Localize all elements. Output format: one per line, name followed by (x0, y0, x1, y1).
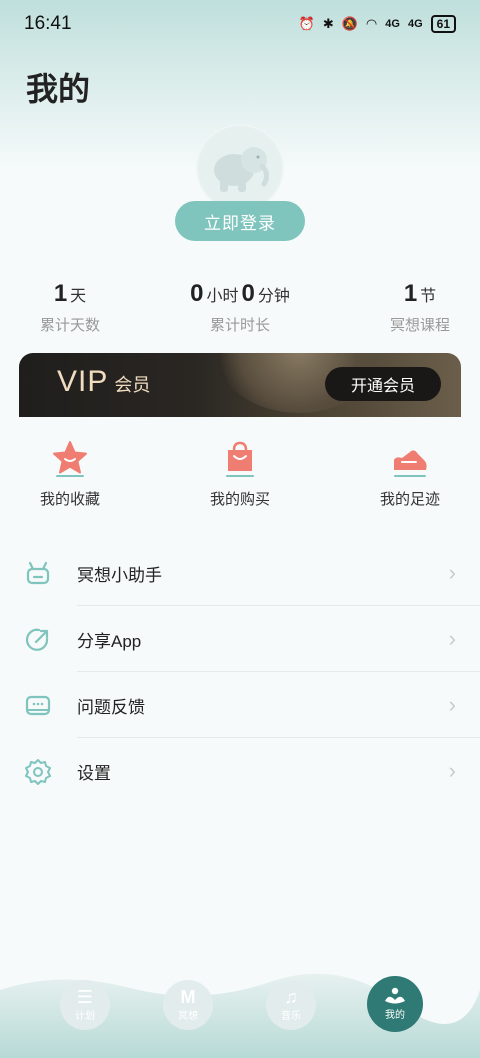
stat-minutes-unit: 分钟 (257, 288, 290, 305)
share-icon (25, 628, 49, 651)
vip-banner[interactable]: VIP 会员 开通会员 (19, 353, 461, 417)
stat-courses: 1 节 冥想课程 (370, 280, 470, 335)
profile-lotus-icon (385, 987, 405, 1004)
chevron-right-icon: › (448, 692, 456, 717)
vip-title: VIP (57, 365, 109, 398)
menu-item-share[interactable]: 分享App › (0, 606, 480, 672)
nav-tab-profile[interactable]: 我的 (367, 976, 423, 1032)
menu-item-label: 问题反馈 (77, 697, 145, 717)
stat-hours-unit: 小时 (206, 288, 239, 305)
menu-item-label: 设置 (77, 763, 111, 783)
robot-icon (26, 561, 50, 585)
settings-icon (25, 759, 51, 785)
stat-days-value: 1 (53, 280, 68, 307)
menu-item-settings[interactable]: 设置 › (0, 738, 480, 804)
wifi-icon: ◠ (365, 16, 378, 31)
stat-days-unit: 天 (70, 288, 87, 305)
stat-courses-value: 1 (403, 280, 418, 307)
login-button[interactable]: 立即登录 (175, 201, 305, 241)
stat-courses-unit: 节 (420, 288, 437, 305)
favorites-button[interactable]: 我的收藏 (20, 440, 120, 509)
list-icon: ☰ (76, 987, 94, 1007)
quick-actions: 我的收藏 我的购买 我的足迹 (0, 440, 480, 510)
feedback-icon (25, 695, 51, 716)
open-membership-button[interactable]: 开通会员 (325, 367, 441, 401)
avatar[interactable] (196, 124, 284, 212)
meditation-m-icon: M (180, 987, 196, 1007)
status-icons: ⏰ ✱ 🔕 ◠ 4G 4G 61 (299, 15, 456, 33)
alarm-icon: ⏰ (298, 16, 315, 31)
nav-tab-label: 冥想 (178, 1011, 198, 1022)
elephant-icon (214, 147, 270, 192)
settings-menu: 冥想小助手 › 分享App › 问题反馈 › 设置 › (0, 540, 480, 804)
signal-icon-2: 4G (407, 18, 423, 30)
chevron-right-icon: › (448, 626, 456, 651)
nav-tab-label: 音乐 (281, 1011, 301, 1022)
bottom-nav: ☰ 计划 M 冥想 ♫ 音乐 我的 (0, 970, 480, 1058)
nav-tab-music[interactable]: ♫ 音乐 (266, 980, 316, 1030)
purchases-button[interactable]: 我的购买 (190, 440, 290, 509)
stat-courses-label: 冥想课程 (389, 317, 450, 334)
chevron-right-icon: › (448, 560, 456, 585)
menu-item-feedback[interactable]: 问题反馈 › (0, 672, 480, 738)
stat-duration-label: 累计时长 (209, 317, 270, 334)
stat-duration: 0 小时 0 分钟 累计时长 (170, 280, 310, 335)
stat-minutes-value: 0 (241, 280, 255, 307)
status-time: 16:41 (24, 13, 72, 34)
signal-icon-1: 4G (385, 18, 400, 30)
menu-item-assistant[interactable]: 冥想小助手 › (0, 540, 480, 606)
purchases-label: 我的购买 (209, 491, 270, 508)
bluetooth-icon: ✱ (322, 16, 334, 31)
menu-item-label: 冥想小助手 (77, 565, 162, 585)
nav-tab-label: 计划 (75, 1011, 95, 1022)
nav-tab-label: 我的 (385, 1010, 405, 1021)
footprints-button[interactable]: 我的足迹 (360, 440, 460, 509)
nav-tab-plan[interactable]: ☰ 计划 (60, 980, 110, 1030)
favorites-label: 我的收藏 (39, 491, 100, 508)
stat-days: 1 天 累计天数 (20, 280, 120, 335)
menu-item-label: 分享App (77, 631, 142, 651)
status-bar: 16:41 ⏰ ✱ 🔕 ◠ 4G 4G 61 (0, 0, 480, 48)
battery-icon: 61 (430, 15, 456, 33)
stat-days-label: 累计天数 (39, 317, 100, 334)
stats-row: 1 天 累计天数 0 小时 0 分钟 累计时长 1 节 冥想课程 (0, 280, 480, 340)
star-icon (53, 441, 87, 477)
mute-icon: 🔕 (341, 16, 358, 31)
footprints-label: 我的足迹 (379, 491, 440, 508)
page-title: 我的 (26, 71, 91, 107)
chevron-right-icon: › (448, 758, 456, 783)
music-icon: ♫ (284, 987, 298, 1007)
vip-subtitle: 会员 (114, 375, 151, 395)
stat-hours-value: 0 (190, 280, 204, 307)
shoe-icon (394, 450, 427, 477)
shopping-bag-icon (226, 441, 254, 477)
nav-tab-meditation[interactable]: M 冥想 (163, 980, 213, 1030)
